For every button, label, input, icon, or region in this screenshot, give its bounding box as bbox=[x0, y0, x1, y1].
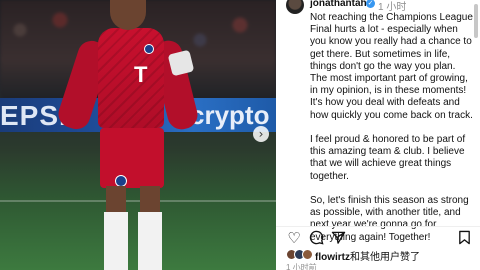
player-sock-right bbox=[138, 212, 162, 270]
post-photo[interactable]: EPSI crypto T › bbox=[0, 0, 276, 270]
heart-icon[interactable]: ♡ bbox=[286, 230, 302, 246]
chevron-right-icon[interactable]: › bbox=[253, 126, 269, 142]
post-username[interactable]: jonathantah bbox=[310, 0, 367, 9]
scrollbar-thumb[interactable] bbox=[474, 4, 478, 38]
club-crest bbox=[144, 44, 154, 54]
post-caption: Not reaching the Champions League Final … bbox=[310, 12, 473, 243]
verified-badge-icon: ✓ bbox=[366, 0, 375, 8]
post-time-ago: 1 小时前 bbox=[286, 263, 317, 270]
liker-avatar-3[interactable] bbox=[302, 249, 313, 260]
player-jersey bbox=[98, 28, 164, 128]
player-head bbox=[110, 0, 146, 30]
avatar[interactable] bbox=[286, 0, 304, 14]
likes-suffix: 和其他用户赞了 bbox=[350, 252, 420, 263]
comment-icon[interactable] bbox=[308, 230, 324, 246]
bookmark-icon[interactable] bbox=[456, 230, 472, 246]
likes-summary[interactable]: flowirtz和其他用户赞了 bbox=[315, 248, 420, 263]
action-bar bbox=[276, 226, 480, 246]
player-sock-left bbox=[104, 212, 128, 270]
player-shorts bbox=[100, 128, 164, 188]
captain-armband bbox=[167, 49, 195, 77]
player-figure: T bbox=[54, 0, 201, 270]
first-liker-name[interactable]: flowirtz bbox=[315, 252, 350, 263]
jersey-sponsor-logo: T bbox=[134, 62, 148, 87]
send-icon[interactable] bbox=[330, 230, 346, 246]
